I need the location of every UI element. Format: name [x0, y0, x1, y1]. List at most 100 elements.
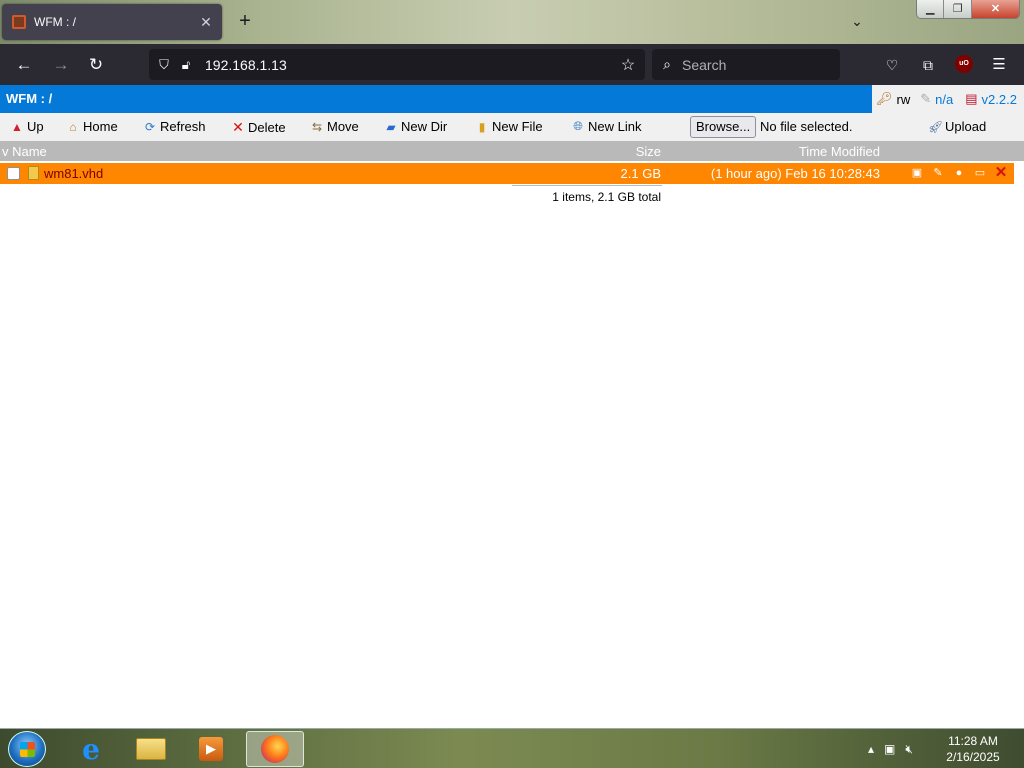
system-tray: ▴ ▣ 🔇︎ [868, 729, 923, 768]
browser-navbar: ← → ↻ ⛉ 🔓︎ 192.168.1.13 ☆ ⌕ Search ♡ ⧉ u… [0, 44, 1024, 85]
refresh-icon: ⟳ [144, 119, 156, 134]
tab-close-icon[interactable]: ✕ [196, 14, 216, 31]
new-link-label: New Link [588, 119, 642, 134]
file-time-modified: (1 hour ago) Feb 16 10:28:43 [710, 166, 880, 181]
media-player-icon: ▶ [199, 737, 223, 761]
url-text[interactable]: 192.168.1.13 [205, 57, 617, 73]
file-size: 2.1 GB [620, 166, 661, 181]
wfm-header: WFM : / 🔑︎ rw ✎ n/a ▤ v2.2.2 [0, 85, 1024, 113]
forward-arrow-icon[interactable]: → [48, 52, 74, 78]
folder-icon [136, 738, 166, 760]
internet-explorer-icon: e [82, 732, 100, 766]
wfm-toolbar: ▲ Up ⌂ Home ⟳ Refresh ✕ Delete ⇆ Move ▰ … [0, 113, 1024, 141]
delete-x-icon: ✕ [232, 119, 244, 135]
summary-divider [512, 185, 662, 186]
browser-tab[interactable]: WFM : / ✕ [2, 4, 222, 40]
version-link[interactable]: v2.2.2 [982, 92, 1017, 107]
network-icon[interactable]: ▣ [884, 742, 895, 756]
clock-time: 11:28 AM [948, 734, 998, 748]
delete-label: Delete [248, 120, 286, 135]
bookmark-star-icon[interactable]: ☆ [617, 55, 639, 75]
no-file-label: No file selected. [760, 119, 853, 134]
upload-button[interactable]: 🚀︎ Upload [928, 119, 986, 134]
window-close-button[interactable]: ✕ [971, 0, 1019, 18]
pocket-icon[interactable]: ♡ [879, 52, 905, 78]
page-title: WFM : / [0, 85, 872, 113]
search-input[interactable]: ⌕ Search [652, 49, 840, 80]
pencil-icon: ✎ [920, 91, 932, 106]
minimize-button[interactable]: ▁ [917, 0, 945, 18]
globe-icon: 🌐︎ [573, 119, 583, 133]
row-checkbox[interactable] [7, 167, 20, 180]
ublock-icon[interactable]: uO [955, 55, 973, 73]
chevron-down-icon[interactable]: ⌄ [846, 10, 868, 32]
save-icon[interactable]: ▣ [910, 166, 924, 180]
edit-icon[interactable]: ✎ [931, 166, 945, 180]
search-icon: ⌕ [663, 56, 671, 72]
tray-expand-icon[interactable]: ▴ [868, 742, 874, 756]
rocket-icon: 🚀︎ [928, 119, 944, 134]
folder-icon: ▰ [386, 119, 396, 134]
clock-date: 2/16/2025 [946, 750, 1000, 764]
search-placeholder: Search [682, 56, 727, 73]
volume-muted-icon[interactable]: 🔇︎ [905, 742, 913, 757]
comment-icon[interactable]: ● [952, 166, 966, 180]
new-link-button[interactable]: 🌐︎ New Link [571, 119, 641, 134]
home-icon: ⌂ [69, 119, 77, 134]
rename-icon[interactable]: ▭ [973, 166, 987, 180]
delete-button[interactable]: ✕ Delete [231, 119, 286, 136]
extensions-icon[interactable]: ⧉ [915, 52, 941, 78]
upload-label: Upload [945, 119, 987, 134]
row-actions: ▣ ✎ ● ▭ ✕ [910, 165, 1015, 180]
url-bar[interactable]: ⛉ 🔓︎ 192.168.1.13 ☆ [149, 49, 645, 80]
restore-button[interactable]: ❐ [944, 0, 972, 18]
back-arrow-icon[interactable]: ← [11, 52, 37, 78]
firefox-icon [261, 735, 289, 763]
home-button[interactable]: ⌂ Home [66, 119, 118, 134]
move-button[interactable]: ⇆ Move [310, 119, 359, 134]
clock[interactable]: 11:28 AM 2/16/2025 [940, 733, 1006, 765]
move-label: Move [327, 119, 359, 134]
size-column-header[interactable]: Size [560, 144, 661, 159]
up-arrow-icon: ▲ [11, 119, 23, 134]
taskbar-media-player[interactable]: ▶ [182, 731, 240, 767]
lock-icon[interactable]: 🔓︎ [175, 57, 197, 73]
browser-tabstrip: WFM : / ✕ + ⌄ ▁ ❐ ✕ [0, 0, 1024, 44]
home-label: Home [83, 119, 118, 134]
new-dir-button[interactable]: ▰ New Dir [384, 119, 447, 134]
browse-button[interactable]: Browse... [690, 116, 757, 138]
up-label: Up [27, 119, 44, 134]
menu-icon[interactable]: ☰ [986, 52, 1012, 78]
permission-label: rw [896, 91, 911, 107]
refresh-button[interactable]: ⟳ Refresh [143, 119, 206, 134]
list-summary: 1 items, 2.1 GB total [552, 190, 661, 204]
time-column-header[interactable]: Time Modified [680, 144, 880, 159]
taskbar-ie[interactable]: e [62, 731, 120, 767]
file-icon [28, 166, 39, 180]
tab-title: WFM : / [34, 15, 76, 29]
up-button[interactable]: ▲ Up [10, 119, 44, 134]
window-controls: ▁ ❐ ✕ [916, 0, 1020, 19]
na-label: n/a [935, 91, 954, 107]
new-tab-icon[interactable]: + [234, 10, 256, 32]
tab-favicon-icon [12, 15, 26, 29]
reload-icon[interactable]: ↻ [83, 52, 109, 78]
new-file-button[interactable]: ▮ New File [475, 119, 543, 134]
shield-icon[interactable]: ⛉ [153, 57, 175, 73]
file-list-header: v Name Size Time Modified [0, 141, 1024, 161]
start-button[interactable] [8, 731, 46, 767]
taskbar-firefox[interactable] [246, 731, 304, 767]
new-dir-label: New Dir [401, 119, 448, 134]
taskbar: e ▶ ▴ ▣ 🔇︎ 11:28 AM 2/16/2025 [0, 728, 1024, 768]
name-column-header[interactable]: v Name [2, 144, 47, 159]
key-icon: 🔑︎ [876, 91, 893, 106]
wfm-status: 🔑︎ rw ✎ n/a ▤ v2.2.2 [876, 85, 1021, 113]
refresh-label: Refresh [160, 119, 206, 134]
taskbar-explorer[interactable] [122, 731, 180, 767]
file-icon: ▮ [478, 119, 486, 134]
table-row[interactable]: wm81.vhd 2.1 GB (1 hour ago) Feb 16 10:2… [0, 163, 1014, 184]
new-file-label: New File [492, 119, 543, 134]
database-icon: ▤ [965, 91, 978, 106]
delete-icon[interactable]: ✕ [994, 165, 1008, 180]
file-name-link[interactable]: wm81.vhd [44, 166, 103, 181]
